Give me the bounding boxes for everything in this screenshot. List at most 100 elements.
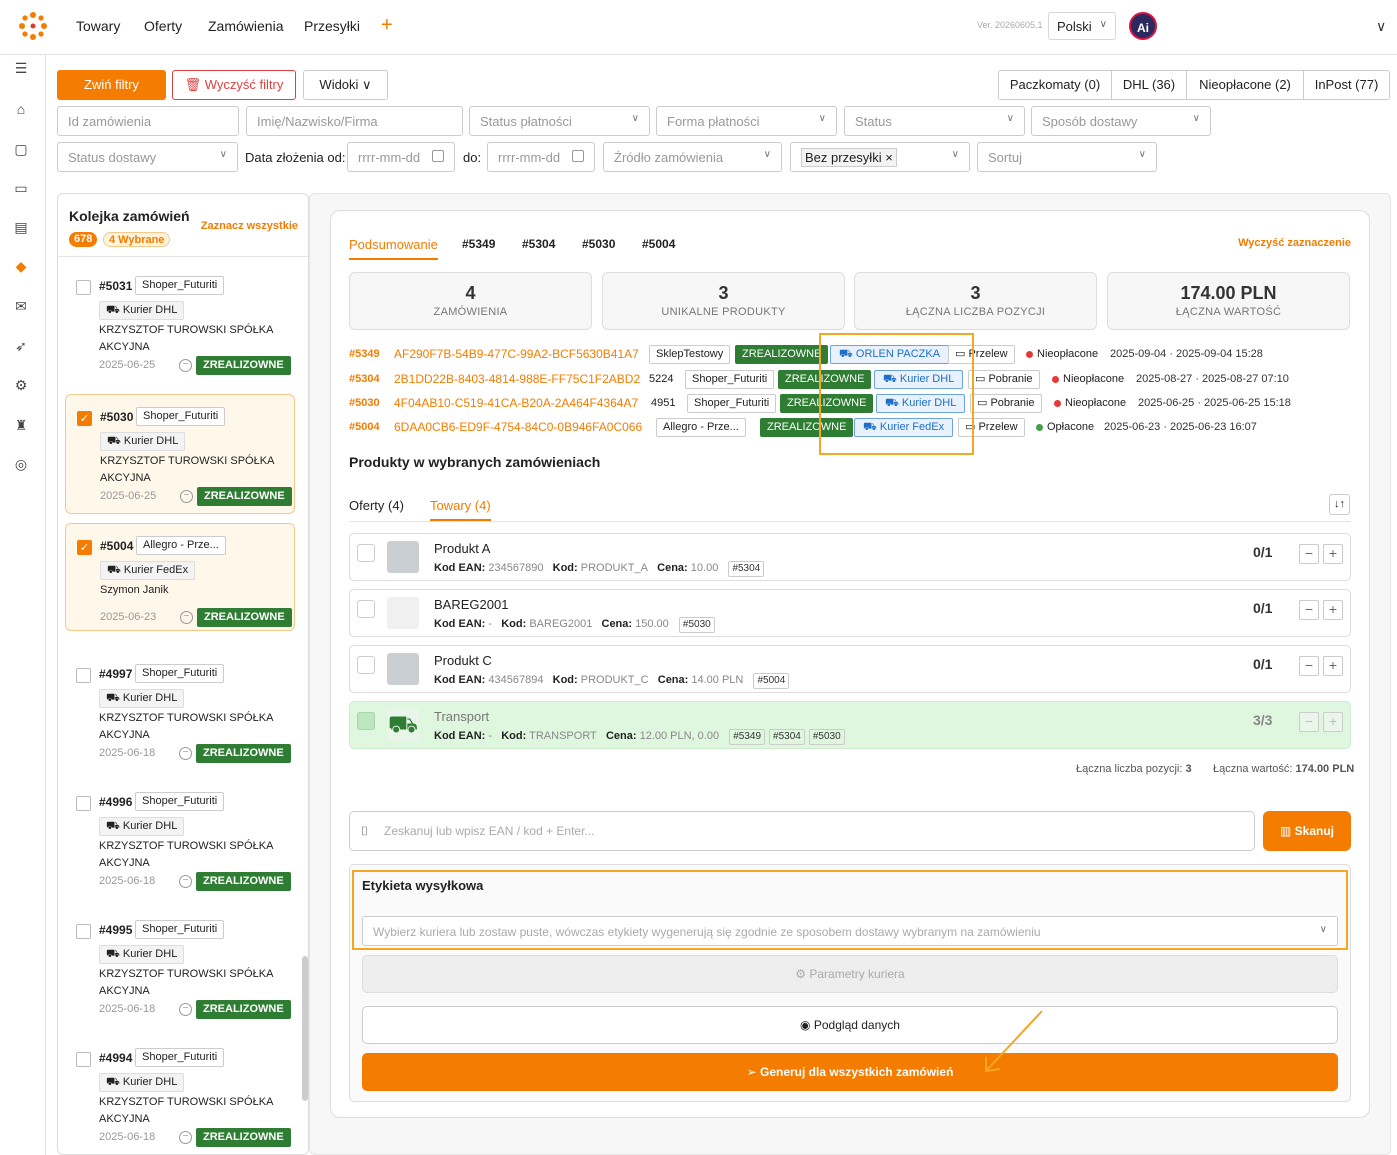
tab-order-5304[interactable]: #5304 <box>522 237 555 251</box>
card-checkbox[interactable]: ✓ <box>77 540 92 555</box>
card-checkbox[interactable] <box>76 796 91 811</box>
product-row[interactable]: Produkt A Kod EAN: 234567890 Kod: PRODUKT… <box>349 533 1351 581</box>
order-uuid[interactable]: AF290F7B-54B9-477C-99A2-BCF5630B41A7 <box>394 347 639 361</box>
add-icon[interactable]: + <box>381 14 393 37</box>
order-id-input[interactable]: Id zamówienia <box>57 106 239 136</box>
tab-oferty[interactable]: Oferty (4) <box>349 498 404 513</box>
increment-button[interactable]: + <box>1323 544 1343 564</box>
close-icon[interactable]: × <box>885 150 893 165</box>
order-number[interactable]: #5004 <box>100 539 133 553</box>
order-number[interactable]: #4995 <box>99 923 132 937</box>
home-icon[interactable]: ⌂ <box>12 100 30 118</box>
select-all-link[interactable]: Zaznacz wszystkie <box>201 220 298 232</box>
tab-towary[interactable]: Towary (4) <box>430 498 491 521</box>
order-ref[interactable]: #5004 <box>753 673 790 689</box>
mail-icon[interactable]: ✉ <box>12 297 30 315</box>
queue-card[interactable]: #4994 Shoper_Futuriti ⛟ Kurier DHL KRZYSZTO… <box>65 1036 295 1154</box>
tab-order-5349[interactable]: #5349 <box>462 237 495 251</box>
order-uuid[interactable]: 4F04AB10-C519-41CA-B20A-2A464F4364A7 <box>394 396 638 410</box>
rocket-icon[interactable]: ➶ <box>12 337 30 355</box>
minus-circle-icon[interactable]: − <box>179 747 192 760</box>
product-checkbox[interactable] <box>357 544 375 562</box>
nav-przesylki[interactable]: Przesyłki <box>304 18 360 34</box>
delivery-method-select[interactable]: Sposób dostawy ∨ <box>1031 106 1211 136</box>
date-from-input[interactable]: rrrr-mm-dd <box>347 142 455 172</box>
order-number[interactable]: #4997 <box>99 667 132 681</box>
order-ref[interactable]: #5030 <box>808 729 845 745</box>
clear-selection-link[interactable]: Wyczyść zaznaczenie <box>1238 237 1351 249</box>
queue-card[interactable]: #4996 Shoper_Futuriti ⛟ Kurier DHL KRZYSZTO… <box>65 780 295 900</box>
language-select[interactable]: Polski ∨ <box>1048 12 1116 40</box>
collapse-filters-button[interactable]: Zwiń filtry <box>57 70 166 100</box>
card-checkbox[interactable] <box>76 924 91 939</box>
order-number[interactable]: #5031 <box>99 279 132 293</box>
order-id[interactable]: #5004 <box>349 421 380 433</box>
scan-button[interactable]: ▥ Skanuj <box>1263 811 1351 851</box>
minus-circle-icon[interactable]: − <box>179 359 192 372</box>
clear-filters-button[interactable]: 🗑 Wyczyść filtry <box>172 70 296 100</box>
views-button[interactable]: Widoki ∨ <box>303 70 388 100</box>
increment-button[interactable]: + <box>1323 712 1343 732</box>
scrollbar[interactable] <box>302 956 308 1101</box>
folder-icon[interactable]: ▭ <box>12 179 30 197</box>
order-id[interactable]: #5349 <box>349 348 380 360</box>
order-id[interactable]: #5304 <box>349 373 380 385</box>
sort-icon[interactable]: ↓↑ <box>1329 494 1350 515</box>
order-uuid[interactable]: 6DAA0CB6-ED9F-4754-84C0-0B946FA0C066 <box>394 420 642 434</box>
delivery-status-select[interactable]: Status dostawy ∨ <box>57 142 238 172</box>
chevron-down-icon[interactable]: ∨ <box>1376 18 1386 35</box>
product-row[interactable]: Produkt C Kod EAN: 434567894 Kod: PRODUKT… <box>349 645 1351 693</box>
card-checkbox[interactable]: ✓ <box>77 411 92 426</box>
order-ref[interactable]: #5030 <box>678 617 715 633</box>
minus-circle-icon[interactable]: − <box>180 490 193 503</box>
segment-inpost[interactable]: InPost (77) <box>1303 70 1390 100</box>
card-checkbox[interactable] <box>76 668 91 683</box>
card-checkbox[interactable] <box>76 280 91 295</box>
date-to-input[interactable]: rrrr-mm-dd <box>487 142 595 172</box>
payment-form-select[interactable]: Forma płatności ∨ <box>656 106 837 136</box>
decrement-button[interactable]: − <box>1299 544 1319 564</box>
product-checkbox[interactable] <box>357 712 375 730</box>
list-icon[interactable]: ▤ <box>12 218 30 236</box>
boxes-icon[interactable]: ◆ <box>12 257 30 275</box>
card-checkbox[interactable] <box>76 1052 91 1067</box>
order-ref[interactable]: #5304 <box>769 729 805 745</box>
queue-card[interactable]: #4997 Shoper_Futuriti ⛟ Kurier DHL KRZYSZTO… <box>65 652 295 772</box>
increment-button[interactable]: + <box>1323 600 1343 620</box>
shipment-chip[interactable]: Bez przesyłki × <box>801 148 897 167</box>
order-uuid[interactable]: 2B1DD22B-8403-4814-988E-FF75C1F2ABD2 <box>394 372 640 386</box>
decrement-button[interactable]: − <box>1299 600 1319 620</box>
shipment-select[interactable]: Bez przesyłki × ∨ <box>790 142 970 172</box>
minus-circle-icon[interactable]: − <box>179 875 192 888</box>
segment-nieoplacone[interactable]: Nieopłacone (2) <box>1186 70 1304 100</box>
generate-all-button[interactable]: ➢ Generuj dla wszystkich zamówień <box>362 1053 1338 1091</box>
segment-dhl[interactable]: DHL (36) <box>1111 70 1187 100</box>
minus-circle-icon[interactable]: − <box>180 611 193 624</box>
nav-oferty[interactable]: Oferty <box>144 18 182 34</box>
sort-select[interactable]: Sortuj ∨ <box>977 142 1157 172</box>
app-logo[interactable] <box>18 11 48 41</box>
product-row[interactable]: ⛟ Transport Kod EAN: - Kod: TRANSPORT Cena… <box>349 701 1351 749</box>
order-ref[interactable]: #5304 <box>728 561 765 577</box>
payment-status-select[interactable]: Status płatności ∨ <box>469 106 650 136</box>
queue-card[interactable]: #5031 Shoper_Futuriti ⛟ Kurier DHL KRZYSZTO… <box>65 264 295 384</box>
nav-zamowienia[interactable]: Zamówienia <box>208 18 283 34</box>
nav-towary[interactable]: Towary <box>76 18 120 34</box>
increment-button[interactable]: + <box>1323 656 1343 676</box>
tab-order-5030[interactable]: #5030 <box>582 237 615 251</box>
order-ref[interactable]: #5349 <box>729 729 766 745</box>
tab-order-5004[interactable]: #5004 <box>642 237 675 251</box>
order-number[interactable]: #4994 <box>99 1051 132 1065</box>
cart-icon[interactable]: ♜ <box>12 416 30 434</box>
segment-paczkomaty[interactable]: Paczkomaty (0) <box>998 70 1112 100</box>
name-input[interactable]: Imię/Nazwisko/Firma <box>246 106 463 136</box>
queue-card[interactable]: ✓ #5004 Allegro - Prze... ⛟ Kurier FedEx Szy… <box>65 523 295 631</box>
order-number[interactable]: #4996 <box>99 795 132 809</box>
product-checkbox[interactable] <box>357 600 375 618</box>
tab-podsumowanie[interactable]: Podsumowanie <box>349 237 438 260</box>
support-icon[interactable]: ◎ <box>12 455 30 473</box>
decrement-button[interactable]: − <box>1299 656 1319 676</box>
avatar[interactable]: Ai <box>1129 12 1157 40</box>
menu-icon[interactable]: ☰ <box>12 59 30 77</box>
status-select[interactable]: Status ∨ <box>844 106 1025 136</box>
